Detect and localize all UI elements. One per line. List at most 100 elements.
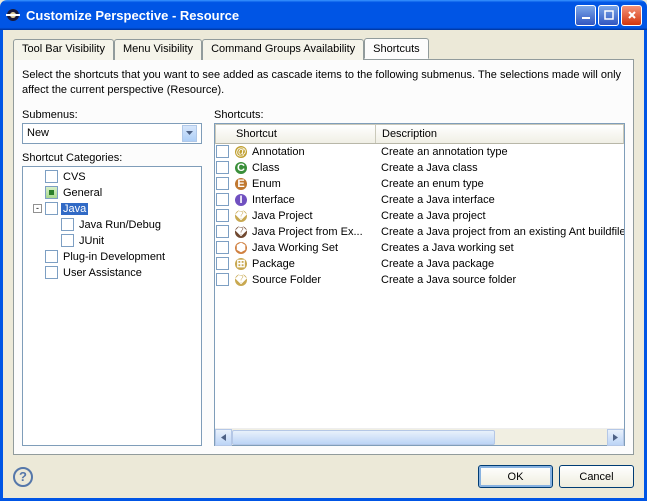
svg-text:⊞: ⊞ (236, 258, 245, 270)
col-check[interactable] (216, 125, 230, 143)
class-icon: C (233, 160, 249, 176)
close-button[interactable] (621, 5, 642, 26)
shortcut-name: Java Project (252, 210, 313, 222)
svg-text:C: C (237, 162, 245, 174)
tab-menu-visibility[interactable]: Menu Visibility (114, 39, 202, 60)
tree-item-label: JUnit (77, 235, 106, 247)
annotation-icon: @ (233, 144, 249, 160)
button-bar: ? OK Cancel (13, 455, 634, 488)
checkbox[interactable] (45, 170, 58, 183)
checkbox[interactable] (216, 225, 229, 238)
expander-icon[interactable]: - (33, 204, 42, 213)
ant-project-icon: � (233, 224, 249, 240)
tree-item[interactable]: CVS (25, 169, 199, 185)
col-description[interactable]: Description (376, 125, 623, 143)
tab-bar: Tool Bar Visibility Menu Visibility Comm… (13, 38, 634, 59)
tree-item[interactable]: JUnit (25, 233, 199, 249)
shortcut-description: Create a Java package (379, 258, 624, 270)
shortcut-description: Create a Java interface (379, 194, 624, 206)
tree-item-label: Java (61, 203, 88, 215)
minimize-button[interactable] (575, 5, 596, 26)
table-row[interactable]: ⊞ Package Create a Java package (215, 256, 624, 272)
table-row[interactable]: E Enum Create an enum type (215, 176, 624, 192)
checkbox[interactable] (45, 266, 58, 279)
shortcut-name: Enum (252, 178, 281, 190)
shortcut-description: Create a Java project from an existing A… (379, 226, 624, 238)
tree-item[interactable]: General (25, 185, 199, 201)
tree-item[interactable]: User Assistance (25, 265, 199, 281)
checkbox[interactable] (45, 250, 58, 263)
dialog-buttons: OK Cancel (478, 465, 634, 488)
shortcut-name: Java Working Set (252, 242, 338, 254)
col-shortcut[interactable]: Shortcut (230, 125, 376, 143)
window-controls (575, 5, 642, 26)
checkbox[interactable] (61, 218, 74, 231)
left-column: Submenus: New Shortcut Categories: CVSGe… (22, 109, 202, 446)
shortcut-name: Package (252, 258, 295, 270)
tree-item[interactable]: - Java (25, 201, 199, 217)
shortcuts-label: Shortcuts: (214, 109, 625, 121)
scroll-track[interactable] (232, 429, 607, 446)
tree-item-label: CVS (61, 171, 88, 183)
shortcut-description: Create a Java source folder (379, 274, 624, 286)
table-row[interactable]: CClassCreate a Java class (215, 160, 624, 176)
package-icon: ⊞ (233, 256, 249, 272)
help-button[interactable]: ? (13, 467, 33, 487)
checkbox[interactable] (216, 177, 229, 190)
table-row[interactable]: �Source Folder Create a Java source folde… (215, 272, 624, 288)
shortcut-name: Annotation (252, 146, 305, 158)
shortcut-name: Source Folder (252, 274, 321, 286)
chevron-down-icon[interactable] (182, 125, 197, 142)
categories-tree[interactable]: CVS General - Java Java Run/Debug JUnit Plug-i… (22, 166, 202, 446)
titlebar[interactable]: Customize Perspective - Resource (0, 0, 647, 30)
svg-text:E: E (237, 178, 244, 190)
checkbox[interactable] (216, 257, 229, 270)
shortcut-description: Create a Java class (379, 162, 624, 174)
maximize-button[interactable] (598, 5, 619, 26)
shortcut-name: Java Project from Ex... (252, 226, 363, 238)
table-row[interactable]: �Java ProjectCreate a Java project (215, 208, 624, 224)
description-text: Select the shortcuts that you want to se… (22, 68, 625, 99)
table-row[interactable]: IInterface Create a Java interface (215, 192, 624, 208)
checkbox[interactable] (216, 161, 229, 174)
scroll-left-button[interactable] (215, 429, 232, 446)
app-icon (5, 7, 21, 23)
checkbox[interactable] (216, 273, 229, 286)
cancel-button[interactable]: Cancel (559, 465, 634, 488)
shortcut-description: Creates a Java working set (379, 242, 624, 254)
ok-button[interactable]: OK (478, 465, 553, 488)
shortcut-description: Create an annotation type (379, 146, 624, 158)
tree-item-label: General (61, 187, 104, 199)
tab-toolbar-visibility[interactable]: Tool Bar Visibility (13, 39, 114, 60)
checkbox[interactable] (216, 209, 229, 222)
tree-item[interactable]: Java Run/Debug (25, 217, 199, 233)
scroll-thumb[interactable] (232, 430, 495, 445)
shortcuts-body[interactable]: @ Annotation Create an annotation type CCla… (215, 144, 624, 428)
table-row[interactable]: @ Annotation Create an annotation type (215, 144, 624, 160)
svg-text:@: @ (236, 146, 247, 158)
workingset-icon: ⬢ (233, 240, 249, 256)
checkbox[interactable] (45, 202, 58, 215)
checkbox[interactable] (216, 193, 229, 206)
dialog-body: Tool Bar Visibility Menu Visibility Comm… (0, 30, 647, 501)
interface-icon: I (233, 192, 249, 208)
tree-item[interactable]: Plug-in Development (25, 249, 199, 265)
srcfolder-icon: � (233, 272, 249, 288)
shortcut-name: Interface (252, 194, 295, 206)
table-row[interactable]: � Java Project from Ex... Create a Java pr… (215, 224, 624, 240)
submenus-combo[interactable]: New (22, 123, 202, 144)
checkbox[interactable] (61, 234, 74, 247)
checkbox[interactable] (216, 241, 229, 254)
tab-command-groups[interactable]: Command Groups Availability (202, 39, 364, 60)
checkbox[interactable] (45, 186, 58, 199)
tree-item-label: Plug-in Development (61, 251, 167, 263)
shortcuts-header: Shortcut Description (215, 124, 624, 144)
horizontal-scrollbar[interactable] (215, 428, 624, 445)
tab-shortcuts[interactable]: Shortcuts (364, 38, 428, 59)
table-row[interactable]: ⬢Java Working Set Creates a Java working … (215, 240, 624, 256)
svg-text:�: � (234, 224, 247, 238)
checkbox[interactable] (216, 145, 229, 158)
shortcut-description: Create an enum type (379, 178, 624, 190)
shortcut-description: Create a Java project (379, 210, 624, 222)
scroll-right-button[interactable] (607, 429, 624, 446)
